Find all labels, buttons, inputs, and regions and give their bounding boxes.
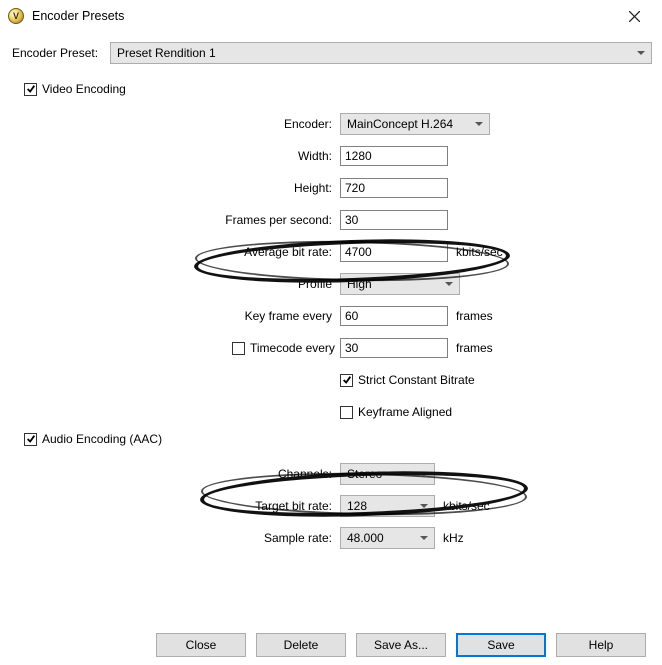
keyframe-aligned-checkbox[interactable] [340, 406, 353, 419]
strict-cbr-row: Strict Constant Bitrate [340, 373, 475, 387]
audio-encoding-section-header: Audio Encoding (AAC) [24, 432, 652, 446]
profile-label: Profile [10, 277, 340, 291]
delete-button[interactable]: Delete [256, 633, 346, 657]
video-encoding-checkbox[interactable] [24, 83, 37, 96]
close-button[interactable]: Close [156, 633, 246, 657]
button-bar: Close Delete Save As... Save Help [0, 633, 662, 657]
fps-input[interactable] [340, 210, 448, 230]
close-icon [629, 11, 640, 22]
encoder-select[interactable]: MainConcept H.264 [340, 113, 490, 135]
titlebar: V Encoder Presets [0, 0, 662, 32]
audio-encoding-label: Audio Encoding (AAC) [42, 432, 162, 446]
target-bitrate-select[interactable]: 128 [340, 495, 435, 517]
checkmark-icon [26, 434, 36, 444]
audio-encoding-checkbox[interactable] [24, 433, 37, 446]
video-encoding-section-header: Video Encoding [24, 82, 652, 96]
sample-rate-unit: kHz [435, 531, 464, 545]
keyframe-every-label: Key frame every [10, 309, 340, 323]
save-button[interactable]: Save [456, 633, 546, 657]
keyframe-every-input[interactable] [340, 306, 448, 326]
encoder-preset-value: Preset Rendition 1 [117, 46, 216, 60]
strict-cbr-label: Strict Constant Bitrate [358, 373, 475, 387]
dialog-body: Encoder Preset: Preset Rendition 1 Video… [0, 32, 662, 552]
channels-select[interactable]: Stereo [340, 463, 435, 485]
checkmark-icon [26, 84, 36, 94]
target-bitrate-label: Target bit rate: [10, 499, 340, 513]
keyframe-aligned-label: Keyframe Aligned [358, 405, 452, 419]
timecode-every-row: Timecode every [232, 341, 340, 355]
checkmark-icon [342, 375, 352, 385]
target-bitrate-unit: kbits/sec [435, 499, 490, 513]
timecode-every-label: Timecode every [250, 341, 335, 355]
app-icon: V [8, 8, 24, 24]
close-window-button[interactable] [612, 2, 656, 30]
sample-rate-select[interactable]: 48.000 [340, 527, 435, 549]
height-label: Height: [10, 181, 340, 195]
sample-rate-label: Sample rate: [10, 531, 340, 545]
width-label: Width: [10, 149, 340, 163]
timecode-every-checkbox[interactable] [232, 342, 245, 355]
strict-cbr-checkbox[interactable] [340, 374, 353, 387]
fps-label: Frames per second: [10, 213, 340, 227]
timecode-every-unit: frames [448, 341, 493, 355]
encoder-label: Encoder: [10, 117, 340, 131]
avg-bitrate-unit: kbits/sec [448, 245, 503, 259]
height-input[interactable] [340, 178, 448, 198]
encoder-preset-label: Encoder Preset: [10, 46, 110, 60]
audio-form: Channels: Stereo Target bit rate: 128 kb… [10, 460, 652, 552]
channels-label: Channels: [10, 467, 340, 481]
video-form: Encoder: MainConcept H.264 Width: Height… [10, 110, 652, 426]
profile-select[interactable]: High [340, 273, 460, 295]
keyframe-aligned-row: Keyframe Aligned [340, 405, 452, 419]
window-title: Encoder Presets [32, 9, 124, 23]
avg-bitrate-label: Average bit rate: [10, 245, 340, 259]
help-button[interactable]: Help [556, 633, 646, 657]
width-input[interactable] [340, 146, 448, 166]
timecode-every-input[interactable] [340, 338, 448, 358]
video-encoding-label: Video Encoding [42, 82, 126, 96]
encoder-preset-select[interactable]: Preset Rendition 1 [110, 42, 652, 64]
preset-row: Encoder Preset: Preset Rendition 1 [10, 42, 652, 64]
save-as-button[interactable]: Save As... [356, 633, 446, 657]
keyframe-every-unit: frames [448, 309, 493, 323]
avg-bitrate-input[interactable] [340, 242, 448, 262]
